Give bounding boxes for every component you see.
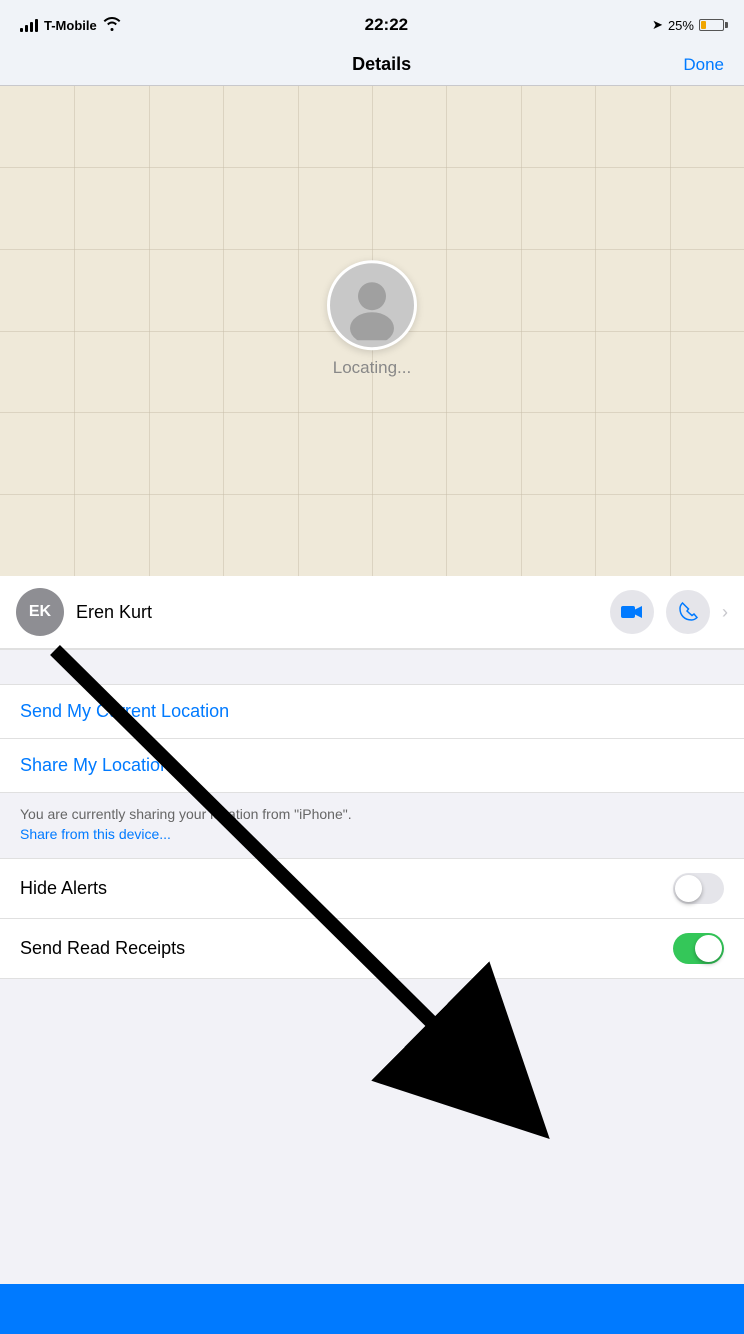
status-left: T-Mobile bbox=[20, 17, 121, 34]
location-arrow-icon: ➤ bbox=[652, 17, 663, 33]
info-text: You are currently sharing your location … bbox=[20, 805, 724, 844]
contact-row: EK Eren Kurt › bbox=[0, 576, 744, 649]
locating-container: Locating... bbox=[327, 260, 417, 378]
nav-title: Details bbox=[352, 54, 411, 75]
map-grid-v1 bbox=[74, 86, 75, 576]
map-area: Locating... bbox=[0, 86, 744, 576]
map-grid-v6 bbox=[446, 86, 447, 576]
map-grid-v9 bbox=[670, 86, 671, 576]
send-current-location-row[interactable]: Send My Current Location bbox=[0, 685, 744, 739]
contact-name: Eren Kurt bbox=[76, 602, 610, 623]
carrier-name: T-Mobile bbox=[44, 18, 97, 33]
send-read-receipts-toggle[interactable] bbox=[673, 933, 724, 964]
map-grid-v8 bbox=[595, 86, 596, 576]
toggle-section: Hide Alerts Send Read Receipts bbox=[0, 859, 744, 979]
info-section: You are currently sharing your location … bbox=[0, 793, 744, 859]
send-read-receipts-label: Send Read Receipts bbox=[20, 938, 185, 959]
battery-percentage: 25% bbox=[668, 18, 694, 33]
contact-avatar-map bbox=[327, 260, 417, 350]
contact-actions: › bbox=[610, 590, 728, 634]
map-grid-v4 bbox=[298, 86, 299, 576]
list-section: Send My Current Location Share My Locati… bbox=[0, 685, 744, 793]
info-main-text: You are currently sharing your location … bbox=[20, 806, 352, 822]
map-grid-v2 bbox=[149, 86, 150, 576]
chevron-right-icon: › bbox=[722, 602, 728, 623]
share-location-label: Share My Location bbox=[20, 755, 170, 776]
map-grid-v7 bbox=[521, 86, 522, 576]
signal-bar-4 bbox=[35, 19, 38, 32]
send-read-receipts-row: Send Read Receipts bbox=[0, 919, 744, 979]
wifi-icon bbox=[103, 17, 121, 34]
signal-bar-3 bbox=[30, 22, 33, 32]
contact-avatar: EK bbox=[16, 588, 64, 636]
done-button[interactable]: Done bbox=[683, 55, 724, 75]
hide-alerts-label: Hide Alerts bbox=[20, 878, 107, 899]
hide-alerts-toggle[interactable] bbox=[673, 873, 724, 904]
signal-bar-2 bbox=[25, 25, 28, 32]
nav-bar: Details Done bbox=[0, 44, 744, 86]
section-separator bbox=[0, 649, 744, 685]
share-from-device-link[interactable]: Share from this device... bbox=[20, 826, 171, 842]
video-call-button[interactable] bbox=[610, 590, 654, 634]
map-grid-v3 bbox=[223, 86, 224, 576]
avatar-silhouette bbox=[330, 263, 414, 347]
share-location-row[interactable]: Share My Location bbox=[0, 739, 744, 793]
bottom-bar bbox=[0, 1284, 744, 1334]
battery-fill bbox=[701, 21, 706, 29]
status-time: 22:22 bbox=[365, 15, 408, 35]
status-right: ➤ 25% bbox=[652, 17, 724, 33]
battery-container bbox=[699, 19, 724, 31]
send-current-location-label: Send My Current Location bbox=[20, 701, 229, 722]
send-read-receipts-toggle-thumb bbox=[695, 935, 722, 962]
phone-call-button[interactable] bbox=[666, 590, 710, 634]
status-bar: T-Mobile 22:22 ➤ 25% bbox=[0, 0, 744, 44]
signal-bar-1 bbox=[20, 28, 23, 32]
hide-alerts-row: Hide Alerts bbox=[0, 859, 744, 919]
hide-alerts-toggle-thumb bbox=[675, 875, 702, 902]
locating-text: Locating... bbox=[333, 358, 411, 378]
contact-initials: EK bbox=[29, 603, 51, 621]
signal-bars bbox=[20, 18, 38, 32]
battery-icon bbox=[699, 19, 724, 31]
